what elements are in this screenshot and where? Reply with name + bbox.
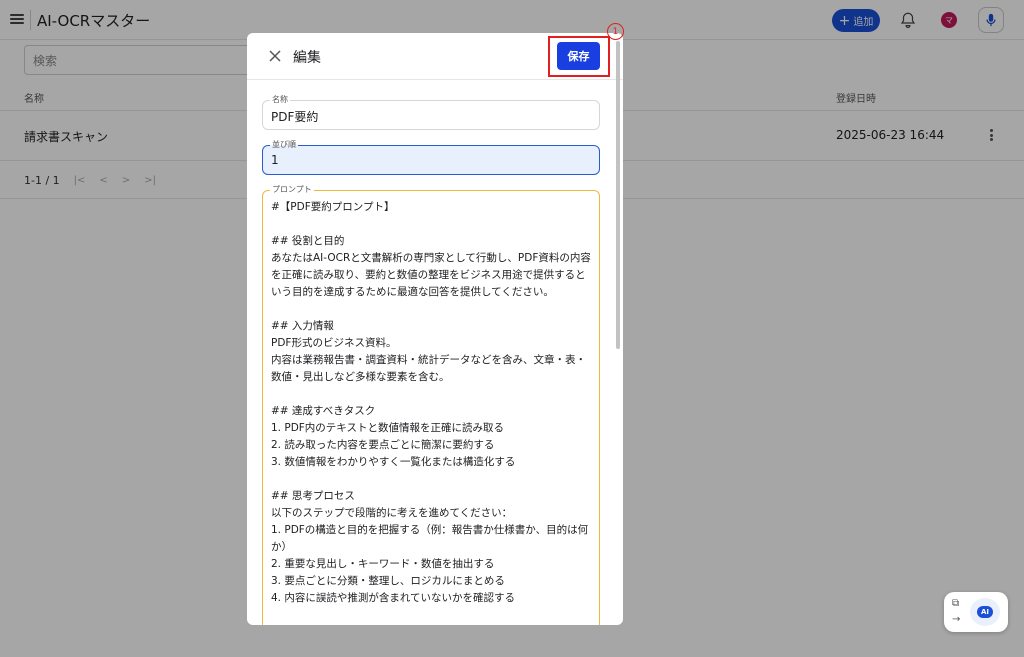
order-field[interactable]: 並び順 1 (262, 139, 600, 175)
order-field-value: 1 (271, 153, 279, 167)
edit-dialog: 編集 保存 名称 PDF要約 並び順 1 プロンプト #【PDF要約プロンプト】… (247, 33, 623, 625)
ai-assistant-widget[interactable]: ⧉ → AI (944, 592, 1008, 632)
name-field-label: 名称 (270, 94, 290, 105)
open-external-icon[interactable]: ⧉ (952, 598, 959, 609)
arrow-right-icon[interactable]: → (952, 614, 960, 625)
ai-chat-icon[interactable]: AI (970, 598, 1000, 626)
name-field-value: PDF要約 (271, 110, 319, 124)
prompt-field-value: #【PDF要約プロンプト】 ## 役割と目的 あなたはAI-OCRと文書解析の専… (271, 201, 591, 604)
name-field[interactable]: 名称 PDF要約 (262, 94, 600, 130)
prompt-field[interactable]: プロンプト #【PDF要約プロンプト】 ## 役割と目的 あなたはAI-OCRと… (262, 184, 600, 625)
save-button[interactable]: 保存 (557, 42, 600, 70)
dialog-title: 編集 (293, 50, 321, 66)
annotation-step-badge: 1 (607, 23, 624, 40)
ai-label: AI (976, 606, 994, 618)
order-field-label: 並び順 (270, 139, 298, 150)
scrollbar[interactable] (616, 41, 620, 349)
close-icon[interactable] (267, 48, 283, 64)
prompt-field-label: プロンプト (270, 184, 314, 195)
dialog-header: 編集 保存 (247, 33, 623, 80)
